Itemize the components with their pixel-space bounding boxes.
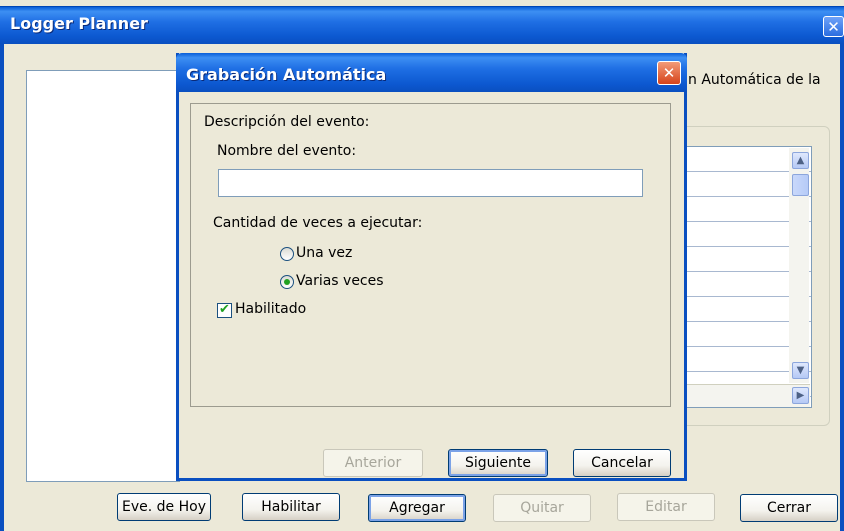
enable-button[interactable]: Habilitar bbox=[242, 493, 340, 521]
event-name-input[interactable] bbox=[218, 169, 643, 197]
scroll-up-icon[interactable]: ▲ bbox=[792, 152, 809, 169]
enabled-label[interactable]: Habilitado bbox=[235, 301, 306, 317]
main-close-icon[interactable]: ✕ bbox=[823, 16, 844, 37]
scroll-right-icon[interactable]: ▶ bbox=[792, 387, 809, 404]
scroll-down-icon[interactable]: ▼ bbox=[792, 362, 809, 379]
once-radio[interactable] bbox=[280, 247, 294, 261]
remove-button[interactable]: Quitar bbox=[493, 494, 591, 522]
multiple-radio-label[interactable]: Varias veces bbox=[296, 273, 384, 289]
section-label: Descripción del evento: bbox=[204, 114, 370, 130]
today-events-button[interactable]: Eve. de Hoy bbox=[117, 493, 211, 521]
previous-button[interactable]: Anterior bbox=[323, 449, 423, 477]
edit-button[interactable]: Editar bbox=[617, 493, 715, 521]
enabled-checkbox[interactable]: ✔ bbox=[217, 303, 232, 318]
right-description: n Automática de la bbox=[688, 72, 821, 88]
once-radio-label[interactable]: Una vez bbox=[296, 245, 352, 261]
add-button[interactable]: Agregar bbox=[368, 494, 466, 522]
next-button[interactable]: Siguiente bbox=[448, 449, 548, 477]
cancel-button[interactable]: Cancelar bbox=[573, 449, 671, 477]
horizontal-scrollbar[interactable] bbox=[680, 384, 810, 407]
main-window-title: Logger Planner bbox=[10, 14, 148, 33]
multiple-radio[interactable] bbox=[280, 275, 294, 289]
count-label: Cantidad de veces a ejecutar: bbox=[213, 215, 423, 231]
dialog-close-icon[interactable]: ✕ bbox=[657, 61, 681, 85]
events-list[interactable] bbox=[26, 70, 180, 482]
window-border-right bbox=[840, 43, 844, 531]
close-button[interactable]: Cerrar bbox=[740, 494, 838, 522]
scroll-thumb[interactable] bbox=[792, 174, 809, 196]
window-border-left bbox=[0, 43, 4, 531]
name-label: Nombre del evento: bbox=[217, 143, 357, 159]
dialog-title: Grabación Automática bbox=[186, 65, 387, 84]
